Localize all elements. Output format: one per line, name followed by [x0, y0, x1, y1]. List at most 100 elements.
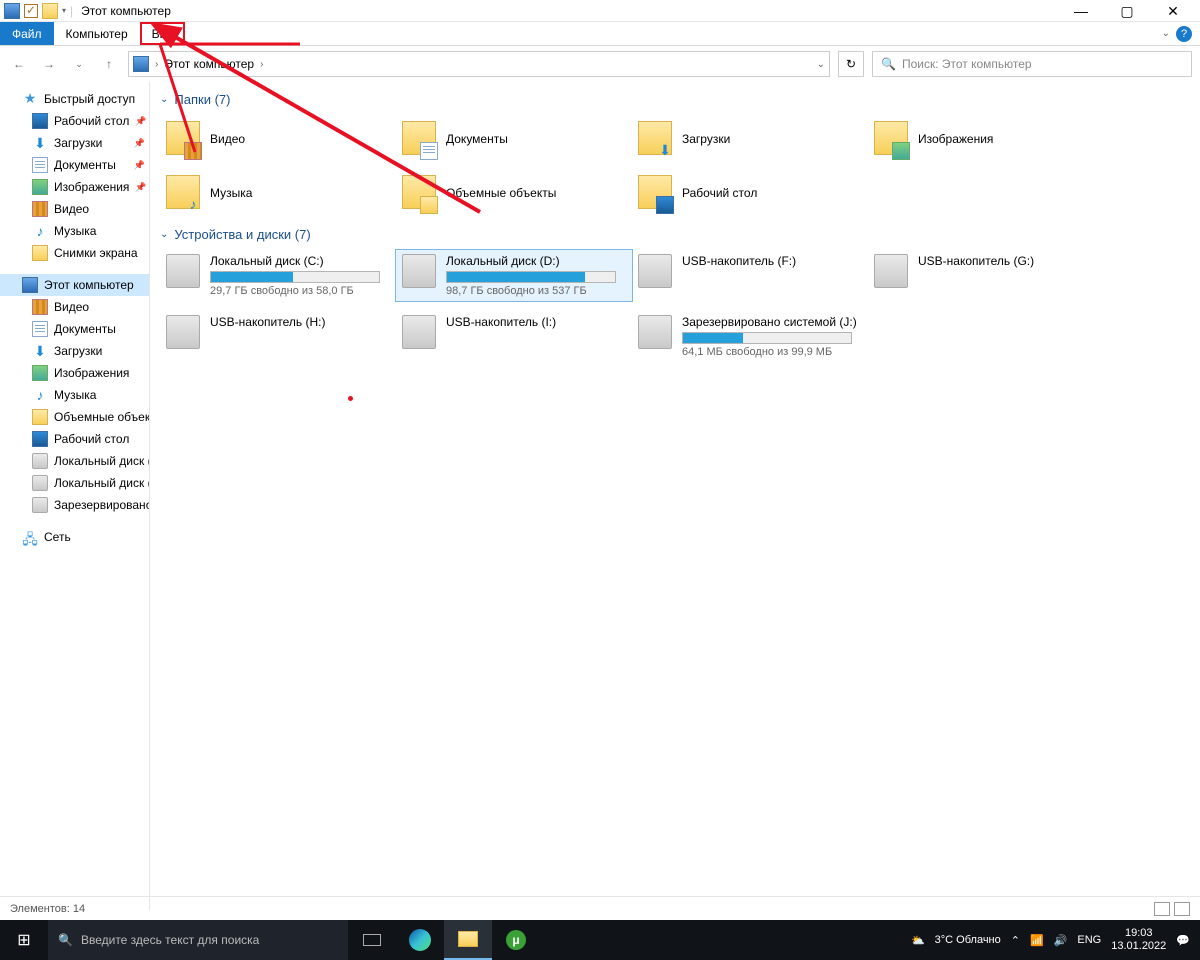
- drive-item[interactable]: USB-накопитель (I:): [396, 311, 632, 362]
- task-edge[interactable]: [396, 920, 444, 960]
- minimize-button[interactable]: —: [1058, 0, 1104, 22]
- wifi-icon[interactable]: 📶: [1030, 934, 1044, 947]
- ribbon-tabs: Файл Компьютер Вид ⌄ ?: [0, 22, 1200, 46]
- address-dropdown-icon[interactable]: ⌄: [817, 59, 825, 70]
- maximize-button[interactable]: ▢: [1104, 0, 1150, 22]
- drive-usage-bar: [682, 332, 852, 344]
- weather-text[interactable]: 3°C Облачно: [935, 934, 1001, 946]
- video-icon: [32, 299, 48, 315]
- tab-view[interactable]: Вид: [140, 22, 186, 45]
- refresh-button[interactable]: ↻: [838, 51, 864, 77]
- sidebar-documents[interactable]: Документы📌: [0, 154, 149, 176]
- task-explorer[interactable]: [444, 920, 492, 960]
- sidebar-drive-c[interactable]: Локальный диск (C:): [0, 450, 149, 472]
- sidebar-pc-documents[interactable]: Документы: [0, 318, 149, 340]
- drive-icon: [32, 453, 48, 469]
- desktop-icon: [32, 431, 48, 447]
- sidebar-music[interactable]: ♪Музыка: [0, 220, 149, 242]
- taskbar: ⊞ 🔍 Введите здесь текст для поиска μ ⛅ 3…: [0, 920, 1200, 960]
- drive-item[interactable]: USB-накопитель (H:): [160, 311, 396, 362]
- taskbar-search[interactable]: 🔍 Введите здесь текст для поиска: [48, 920, 348, 960]
- view-large-icon[interactable]: [1174, 902, 1190, 916]
- folder-item[interactable]: Рабочий стол: [632, 169, 868, 217]
- folder-item[interactable]: ⬇Загрузки: [632, 115, 868, 163]
- pin-icon: 📌: [134, 160, 145, 171]
- nav-back-button[interactable]: ←: [8, 53, 30, 75]
- sidebar-videos[interactable]: Видео: [0, 198, 149, 220]
- folder-label: Изображения: [918, 132, 993, 146]
- group-drives-header[interactable]: ⌄ Устройства и диски (7): [160, 227, 1190, 242]
- sidebar-pc-objects[interactable]: Объемные объекты: [0, 406, 149, 428]
- sidebar-pc-music[interactable]: ♪Музыка: [0, 384, 149, 406]
- drive-free-text: 29,7 ГБ свободно из 58,0 ГБ: [210, 285, 390, 297]
- sidebar-downloads[interactable]: ⬇Загрузки📌: [0, 132, 149, 154]
- folder-item[interactable]: ♪Музыка: [160, 169, 396, 217]
- download-icon: ⬇: [32, 135, 48, 151]
- clock[interactable]: 19:03 13.01.2022: [1111, 927, 1166, 953]
- sidebar-reserved[interactable]: Зарезервировано с: [0, 494, 149, 516]
- status-bar: Элементов: 14: [0, 896, 1200, 920]
- weather-icon[interactable]: ⛅: [911, 934, 925, 947]
- folder-type-icon: [420, 142, 438, 160]
- folder-icon: [32, 245, 48, 261]
- sidebar-pc-videos[interactable]: Видео: [0, 296, 149, 318]
- help-icon[interactable]: ?: [1176, 26, 1192, 42]
- folder-item[interactable]: Видео: [160, 115, 396, 163]
- qat-checkbox-icon[interactable]: ✓: [24, 4, 38, 18]
- drive-icon: [638, 254, 672, 288]
- sidebar-drive-d[interactable]: Локальный диск (D:): [0, 472, 149, 494]
- view-details-icon[interactable]: [1154, 902, 1170, 916]
- nav-up-button[interactable]: ↑: [98, 53, 120, 75]
- close-button[interactable]: ✕: [1150, 0, 1196, 22]
- drive-item[interactable]: USB-накопитель (G:): [868, 250, 1104, 301]
- sidebar-pc-desktop[interactable]: Рабочий стол: [0, 428, 149, 450]
- video-icon: [32, 201, 48, 217]
- pin-icon: 📌: [135, 116, 146, 127]
- notification-icon[interactable]: 💬: [1176, 934, 1190, 947]
- sidebar-network[interactable]: 🖧Сеть: [0, 526, 149, 548]
- start-button[interactable]: ⊞: [0, 930, 48, 950]
- music-icon: ♪: [32, 387, 48, 403]
- pin-icon: 📌: [135, 182, 146, 193]
- drive-icon: [166, 254, 200, 288]
- drive-item[interactable]: Локальный диск (C:)29,7 ГБ свободно из 5…: [160, 250, 396, 301]
- nav-history-button[interactable]: ⌄: [68, 53, 90, 75]
- drive-label: USB-накопитель (I:): [446, 315, 626, 329]
- drive-item[interactable]: USB-накопитель (F:): [632, 250, 868, 301]
- tab-file[interactable]: Файл: [0, 22, 54, 45]
- group-folders-header[interactable]: ⌄ Папки (7): [160, 92, 1190, 107]
- sidebar-this-pc[interactable]: Этот компьютер: [0, 274, 149, 296]
- volume-icon[interactable]: 🔊: [1054, 934, 1068, 947]
- qat-dropdown-icon[interactable]: ▾: [62, 6, 66, 15]
- drive-item[interactable]: Локальный диск (D:)98,7 ГБ свободно из 5…: [396, 250, 632, 301]
- content-pane: ⌄ Папки (7) Видео Документы ⬇Загрузки Изобр…: [150, 82, 1200, 910]
- drive-label: USB-накопитель (G:): [918, 254, 1098, 268]
- sidebar-quick-access[interactable]: ★Быстрый доступ: [0, 88, 149, 110]
- folder-type-icon: [656, 196, 674, 214]
- task-utorrent[interactable]: μ: [492, 920, 540, 960]
- language-indicator[interactable]: ENG: [1077, 934, 1101, 946]
- nav-forward-button[interactable]: →: [38, 53, 60, 75]
- folder-item[interactable]: Документы: [396, 115, 632, 163]
- folder-type-icon: ♪: [184, 196, 202, 214]
- tab-computer[interactable]: Компьютер: [54, 22, 140, 45]
- sidebar-pc-pictures[interactable]: Изображения: [0, 362, 149, 384]
- search-input[interactable]: 🔍 Поиск: Этот компьютер: [872, 51, 1192, 77]
- task-view-button[interactable]: [348, 920, 396, 960]
- drive-usage-bar: [446, 271, 616, 283]
- drive-item[interactable]: Зарезервировано системой (J:)64,1 МБ сво…: [632, 311, 868, 362]
- sidebar-desktop[interactable]: Рабочий стол📌: [0, 110, 149, 132]
- address-pc-icon: [133, 56, 149, 72]
- sidebar-pc-downloads[interactable]: ⬇Загрузки: [0, 340, 149, 362]
- titlebar: ✓ ▾ | Этот компьютер — ▢ ✕: [0, 0, 1200, 22]
- qat-folder-icon[interactable]: [42, 3, 58, 19]
- folder-item[interactable]: Объемные объекты: [396, 169, 632, 217]
- folder-item[interactable]: Изображения: [868, 115, 1104, 163]
- address-bar[interactable]: › Этот компьютер › ⌄: [128, 51, 830, 77]
- tray-expand-icon[interactable]: ⌃: [1011, 934, 1020, 947]
- search-placeholder: Поиск: Этот компьютер: [902, 57, 1032, 71]
- sidebar-screenshots[interactable]: Снимки экрана: [0, 242, 149, 264]
- sidebar-pictures[interactable]: Изображения📌: [0, 176, 149, 198]
- folder-label: Документы: [446, 132, 508, 146]
- ribbon-expand-icon[interactable]: ⌄: [1162, 28, 1170, 39]
